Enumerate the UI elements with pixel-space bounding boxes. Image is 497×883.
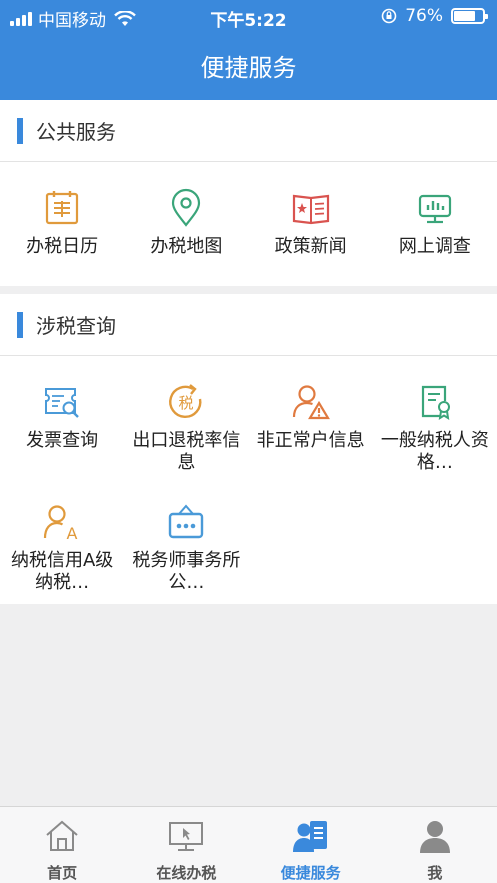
section-header: 公共服务 (0, 100, 497, 162)
tab-me[interactable]: 我 (373, 807, 497, 883)
service-label: 纳税信用A级纳税… (10, 550, 114, 593)
page-title: 便捷服务 (200, 54, 297, 82)
service-item-tax-calendar[interactable]: 办税日历 (0, 162, 124, 282)
battery-icon (451, 8, 488, 24)
service-label: 一般纳税人资格… (380, 430, 489, 473)
section-accent-bar (17, 117, 23, 144)
service-item-tax-agent-office[interactable]: 税务师事务所公… (124, 476, 248, 596)
section-public-services: 公共服务 办税日历 办税地图 政策新闻 网上调查 (0, 100, 497, 286)
section-title: 涉税查询 (36, 314, 116, 338)
tax-refund-icon: 税 (169, 384, 202, 419)
service-label: 网上调查 (398, 236, 471, 257)
tab-label: 在线办税 (156, 864, 217, 882)
monitor-icon (169, 822, 204, 851)
service-label: 办税日历 (26, 236, 99, 257)
rotation-lock-icon (381, 8, 397, 24)
tab-label: 便捷服务 (280, 864, 341, 882)
service-grid: 发票查询 税 出口退税率信息 非正常户信息 一般纳税人资格… A 纳税信用A级纳… (0, 356, 497, 596)
service-label: 税务师事务所公… (132, 550, 241, 593)
service-label: 非正常户信息 (256, 430, 365, 451)
status-right: 76% (381, 6, 488, 26)
service-person-icon (292, 821, 327, 852)
tax-office-sign-icon (169, 504, 204, 539)
survey-screen-icon (418, 194, 451, 224)
battery-percent: 76% (405, 6, 443, 26)
taxpayer-certificate-icon (421, 385, 450, 420)
tab-home[interactable]: 首页 (0, 807, 124, 883)
svg-text:税: 税 (179, 394, 194, 412)
tab-convenient-service[interactable]: 便捷服务 (249, 807, 373, 883)
section-tax-inquiry: 涉税查询 发票查询 税 出口退税率信息 非正常户信息 一般纳税人资格… A 纳税… (0, 294, 497, 604)
svg-text:A: A (67, 524, 78, 542)
abnormal-account-icon (292, 385, 330, 420)
service-item-taxpayer-qualification[interactable]: 一般纳税人资格… (373, 356, 497, 476)
section-header: 涉税查询 (0, 294, 497, 356)
service-label: 出口退税率信息 (132, 430, 241, 473)
user-icon (419, 821, 450, 853)
service-label: 办税地图 (150, 236, 223, 257)
invoice-search-icon (45, 388, 79, 418)
tab-bar: 首页 在线办税 便捷服务 我 (0, 806, 497, 883)
tab-online-tax[interactable]: 在线办税 (124, 807, 248, 883)
section-title: 公共服务 (36, 120, 116, 144)
home-icon (46, 820, 78, 851)
news-book-icon (292, 194, 329, 225)
tab-label: 我 (427, 864, 443, 882)
tab-label: 首页 (47, 864, 78, 882)
service-label: 政策新闻 (274, 236, 347, 257)
section-accent-bar (17, 311, 23, 338)
service-label: 发票查询 (26, 430, 99, 451)
service-item-invoice-query[interactable]: 发票查询 (0, 356, 124, 476)
service-item-tax-map[interactable]: 办税地图 (124, 162, 248, 282)
tax-calendar-icon (46, 191, 79, 225)
map-pin-icon (172, 188, 201, 227)
credit-a-icon: A (44, 505, 78, 542)
service-item-policy-news[interactable]: 政策新闻 (249, 162, 373, 282)
service-item-online-survey[interactable]: 网上调查 (373, 162, 497, 282)
service-grid: 办税日历 办税地图 政策新闻 网上调查 (0, 162, 497, 282)
service-item-export-refund[interactable]: 税 出口退税率信息 (124, 356, 248, 476)
status-bar: 中国移动 下午5:22 76% (0, 0, 497, 34)
service-item-credit-a[interactable]: A 纳税信用A级纳税… (0, 476, 124, 596)
header: 中国移动 下午5:22 76% 便捷服务 (0, 0, 497, 100)
service-item-abnormal-account[interactable]: 非正常户信息 (249, 356, 373, 476)
